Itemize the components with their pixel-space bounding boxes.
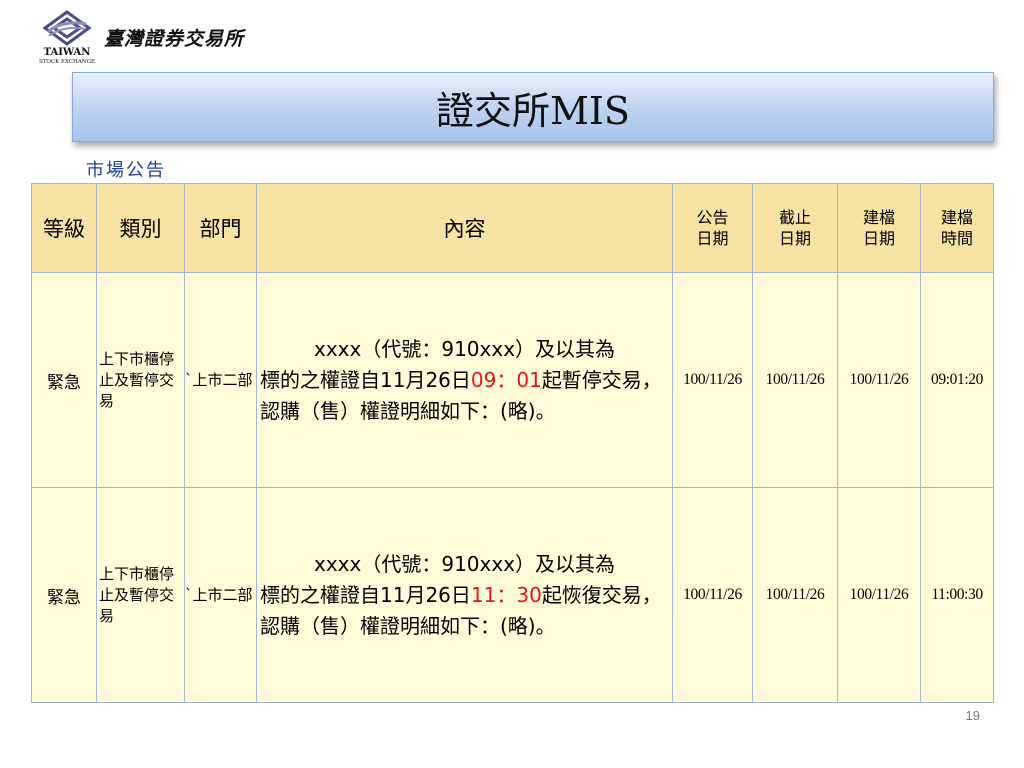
header-content: 內容 bbox=[256, 183, 673, 273]
cell-announce-date: 100/11/26 bbox=[672, 487, 753, 703]
cell-build-date: 100/11/26 bbox=[837, 487, 921, 703]
page-number: 19 bbox=[965, 708, 980, 723]
cell-department: `上市二部 bbox=[184, 487, 257, 703]
table-row: 緊急 上下市櫃停止及暫停交易 `上市二部 xxxx（代號：910xxx）及以其為… bbox=[31, 272, 994, 488]
cell-level: 緊急 bbox=[31, 272, 97, 488]
brand-name: 臺灣證券交易所 bbox=[104, 28, 245, 50]
header-build-date: 建檔 日期 bbox=[837, 183, 921, 273]
highlight-time: 11：30 bbox=[470, 582, 542, 607]
cell-build-date: 100/11/26 bbox=[837, 272, 921, 488]
cell-category: 上下市櫃停止及暫停交易 bbox=[96, 272, 185, 488]
cell-build-time: 09:01:20 bbox=[920, 272, 994, 488]
header-department: 部門 bbox=[184, 183, 257, 273]
cell-deadline-date: 100/11/26 bbox=[752, 487, 838, 703]
highlight-time: 09：01 bbox=[470, 367, 542, 392]
twse-logo-icon bbox=[42, 10, 92, 46]
cell-content: xxxx（代號：910xxx）及以其為 標的之權證自11月26日09：01起暫停交… bbox=[256, 272, 673, 488]
cell-deadline-date: 100/11/26 bbox=[752, 272, 838, 488]
header-deadline-date: 截止 日期 bbox=[752, 183, 838, 273]
table-row: 緊急 上下市櫃停止及暫停交易 `上市二部 xxxx（代號：910xxx）及以其為… bbox=[31, 487, 994, 703]
cell-category: 上下市櫃停止及暫停交易 bbox=[96, 487, 185, 703]
cell-department: `上市二部 bbox=[184, 272, 257, 488]
cell-content: xxxx（代號：910xxx）及以其為 標的之權證自11月26日11：30起恢復交… bbox=[256, 487, 673, 703]
header-level: 等級 bbox=[31, 183, 97, 273]
cell-build-time: 11:00:30 bbox=[920, 487, 994, 703]
header-announce-date: 公告 日期 bbox=[672, 183, 753, 273]
logo-text-en: TAIWAN bbox=[43, 47, 91, 58]
table-header-row: 等級 類別 部門 內容 公告 日期 截止 日期 建檔 日期 建檔 時間 bbox=[31, 183, 994, 273]
header-build-time: 建檔 時間 bbox=[920, 183, 994, 273]
page-title: 證交所MIS bbox=[436, 88, 630, 133]
logo-text-en-sub: STOCK EXCHANGE bbox=[38, 59, 96, 65]
cell-announce-date: 100/11/26 bbox=[672, 272, 753, 488]
announcement-table: 等級 類別 部門 內容 公告 日期 截止 日期 建檔 日期 建檔 時間 緊急 上下市櫃停… bbox=[31, 183, 994, 703]
title-banner: 證交所MIS bbox=[72, 72, 994, 142]
cell-level: 緊急 bbox=[31, 487, 97, 703]
header-category: 類別 bbox=[96, 183, 185, 273]
twse-logo: TAIWAN STOCK EXCHANGE bbox=[36, 10, 98, 66]
section-label: 市場公告 bbox=[86, 160, 166, 181]
